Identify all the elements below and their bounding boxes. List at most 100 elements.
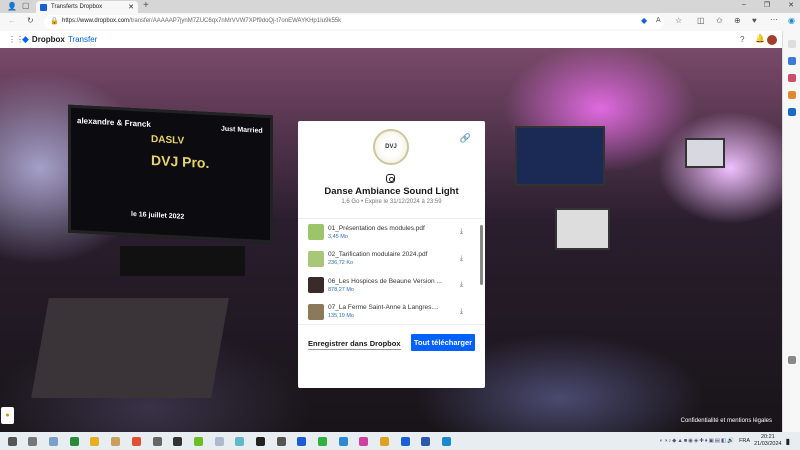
- tab-transferts-dropbox[interactable]: Transferts Dropbox ✕: [36, 1, 138, 13]
- clock-time: 20:21: [760, 434, 775, 440]
- taskbar-app-icon[interactable]: [297, 436, 307, 446]
- taskbar-app-icon[interactable]: [276, 436, 286, 446]
- sidebar-app-icon[interactable]: [787, 74, 796, 82]
- product-name[interactable]: Transfer: [68, 35, 98, 44]
- lock-icon: 🔒: [50, 18, 59, 25]
- new-tab-icon[interactable]: +: [143, 0, 149, 11]
- save-to-dropbox-button[interactable]: Enregistrer dans Dropbox: [308, 339, 401, 350]
- taskbar-app-icon[interactable]: [359, 436, 369, 446]
- help-icon[interactable]: ?: [740, 35, 744, 44]
- download-all-button[interactable]: Tout télécharger: [411, 334, 475, 351]
- profile-icon[interactable]: 👤: [7, 2, 17, 11]
- transfer-logo: DVJ: [373, 129, 409, 165]
- minimize-icon[interactable]: –: [742, 1, 746, 9]
- screen-text: Just Married: [221, 125, 263, 135]
- sidebar-app-icon[interactable]: [787, 57, 796, 65]
- copy-link-icon[interactable]: 🔗: [460, 133, 471, 144]
- file-name: 06_Les Hospices de Beaune Version ...: [328, 277, 442, 285]
- taskbar-app-icon[interactable]: [28, 436, 38, 446]
- tab-title: Transferts Dropbox: [51, 4, 103, 10]
- legal-link[interactable]: Confidentialité et mentions légales: [681, 418, 772, 424]
- sidebar-app-icon[interactable]: [787, 91, 796, 99]
- file-thumbnail: [308, 224, 324, 241]
- more-icon[interactable]: ⋯: [770, 15, 778, 24]
- clock-date: 21/03/2024: [754, 441, 782, 447]
- file-size: 3,45 Mo: [328, 233, 348, 240]
- file-thumbnail: [308, 303, 324, 320]
- url-field[interactable]: 🔒 https://www.dropbox.com/transfer/AAAAA…: [44, 15, 664, 29]
- transfer-meta: 1,6 Go • Expire le 31/12/2024 à 23:59: [341, 199, 442, 205]
- edge-sidebar: [782, 31, 800, 432]
- tray-icons[interactable]: ◐◑♪◆▲■◉◈✚♦▣▤◧🔊: [660, 438, 735, 444]
- back-icon[interactable]: ←: [8, 16, 16, 25]
- tab-actions-icon[interactable]: ▢: [22, 1, 30, 10]
- tab-bar: 👤 ▢ Transferts Dropbox ✕ + – ❐ ✕: [0, 0, 800, 13]
- taskbar-app-icon[interactable]: [49, 436, 59, 446]
- taskbar-app-icon[interactable]: [90, 436, 100, 446]
- app-grid-icon[interactable]: ⋮⋮: [8, 35, 24, 44]
- taskbar-app-icon[interactable]: [338, 436, 348, 446]
- avatar[interactable]: [767, 35, 777, 45]
- download-icon[interactable]: ⤓: [460, 281, 463, 289]
- download-icon[interactable]: ⤓: [460, 228, 463, 236]
- taskbar-app-icon[interactable]: [255, 436, 265, 446]
- search-icon[interactable]: [787, 40, 796, 48]
- taskbar-app-icon[interactable]: [173, 436, 183, 446]
- taskbar-app-icon[interactable]: [442, 436, 452, 446]
- file-list-scrollbar[interactable]: [480, 225, 483, 285]
- taskbar-app-icon[interactable]: [152, 436, 162, 446]
- extensions-icon[interactable]: ♥: [752, 16, 757, 25]
- cookie-settings-button[interactable]: ●: [1, 407, 14, 424]
- read-aloud-icon[interactable]: A: [656, 17, 661, 24]
- address-bar-row: ← ↻ 🔒 https://www.dropbox.com/transfer/A…: [0, 13, 800, 31]
- language-indicator[interactable]: FRA: [739, 438, 750, 444]
- screen-text: le 16 juillet 2022: [131, 210, 185, 221]
- background-monitor: [685, 138, 725, 168]
- refresh-icon[interactable]: ↻: [27, 16, 34, 25]
- outlook-icon[interactable]: [787, 108, 796, 116]
- file-thumbnail: [308, 277, 324, 294]
- file-item[interactable]: 06_Les Hospices de Beaune Version ... 878…: [298, 272, 485, 299]
- taskbar-app-icon[interactable]: [131, 436, 141, 446]
- restore-icon[interactable]: ❐: [764, 1, 770, 9]
- file-thumbnail: [308, 250, 324, 267]
- taskbar-app-icon[interactable]: [380, 436, 390, 446]
- settings-icon[interactable]: [787, 356, 796, 364]
- star-icon[interactable]: ☆: [675, 16, 682, 25]
- taskbar-app-icon[interactable]: [318, 436, 327, 446]
- close-window-icon[interactable]: ✕: [788, 1, 794, 9]
- close-tab-icon[interactable]: ✕: [128, 3, 134, 11]
- taskbar-app-icon[interactable]: [235, 436, 245, 446]
- collections-icon[interactable]: ⊕: [734, 16, 741, 25]
- instagram-icon[interactable]: [386, 174, 395, 183]
- taskbar-app-icon[interactable]: [69, 436, 79, 446]
- split-screen-icon[interactable]: ◫: [697, 16, 705, 25]
- file-name: 07_La Ferme Saint-Anne à Langres....: [328, 304, 439, 312]
- download-icon[interactable]: ⤓: [460, 255, 463, 263]
- brand-name[interactable]: Dropbox: [32, 35, 65, 44]
- taskbar: ◐◑♪◆▲■◉◈✚♦▣▤◧🔊 FRA 20:21 21/03/2024 ▮: [0, 432, 800, 450]
- favorite-tag-icon[interactable]: ◆: [641, 16, 647, 25]
- file-name: 02_Tarification modulaire 2024.pdf: [328, 251, 428, 259]
- background-monitor: [515, 126, 605, 186]
- screen-text: DVJ Pro.: [151, 151, 210, 172]
- clock[interactable]: 20:21 21/03/2024: [754, 434, 782, 448]
- file-size: 135,19 Mo: [328, 313, 354, 320]
- transfer-card: DVJ 🔗 Danse Ambiance Sound Light 1,6 Go …: [298, 121, 485, 388]
- file-item[interactable]: 02_Tarification modulaire 2024.pdf 236,72…: [298, 246, 485, 273]
- copilot-icon[interactable]: ◉: [788, 16, 795, 25]
- taskbar-app-icon[interactable]: [400, 436, 410, 446]
- taskbar-app-icon[interactable]: [7, 436, 17, 446]
- taskbar-app-icon[interactable]: [111, 436, 121, 446]
- notifications-icon[interactable]: ▮: [786, 437, 790, 446]
- taskbar-app-icon[interactable]: [421, 436, 431, 446]
- background-keyboard: [120, 246, 245, 276]
- taskbar-app-icon[interactable]: [193, 436, 203, 446]
- notification-bell-icon[interactable]: 🔔: [755, 34, 765, 43]
- file-item[interactable]: 01_Présentation des modules.pdf 3,45 Mo ⤓: [298, 219, 485, 246]
- taskbar-app-icon[interactable]: [214, 436, 224, 446]
- screen-text: alexandre & Franck: [77, 116, 151, 129]
- download-icon[interactable]: ⤓: [460, 308, 463, 316]
- favorites-icon[interactable]: ✩: [716, 16, 723, 25]
- file-item[interactable]: 07_La Ferme Saint-Anne à Langres.... 135,…: [298, 299, 485, 325]
